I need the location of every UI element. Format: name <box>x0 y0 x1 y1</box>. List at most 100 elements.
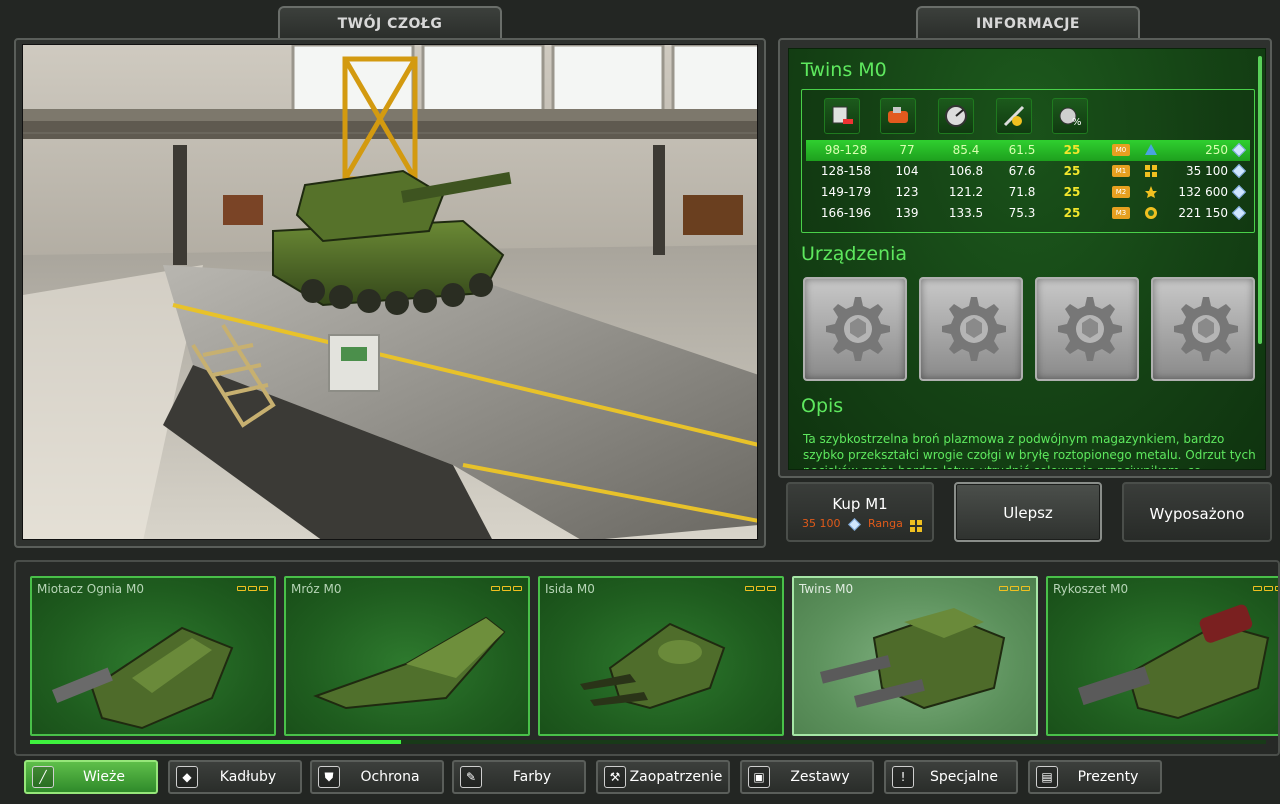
category-label: Zestawy <box>790 769 850 785</box>
reload-icon: % <box>1052 98 1088 134</box>
garage-tab-header: TWÓJ CZOŁG <box>278 6 502 40</box>
item-card[interactable]: Isida M0 <box>538 576 784 736</box>
paint-icon: ✎ <box>460 766 482 788</box>
hull-icon: ◆ <box>176 766 198 788</box>
category-label: Zaopatrzenie <box>629 769 723 785</box>
shield-icon: ⛊ <box>318 766 340 788</box>
garage-view[interactable] <box>22 44 758 540</box>
stat-row[interactable]: 166-196 139 133.5 75.3 25 M3 221 150 <box>806 203 1250 224</box>
category-turrets[interactable]: ╱ Wieże <box>24 760 158 794</box>
range-icon <box>938 98 974 134</box>
device-slot[interactable] <box>1151 277 1255 381</box>
item-name: Mróz M0 <box>291 582 342 596</box>
category-label: Farby <box>512 769 552 785</box>
stat-row[interactable]: 149-179 123 121.2 71.8 25 M2 132 600 <box>806 182 1250 203</box>
description-text: Ta szybkostrzelna broń plazmowa z podwój… <box>803 432 1256 469</box>
exclamation-icon: ! <box>892 766 914 788</box>
upgrade-button[interactable]: Ulepsz <box>954 482 1102 542</box>
item-card[interactable]: Mróz M0 <box>284 576 530 736</box>
items-scroll-fill <box>30 740 401 744</box>
upgrade-label: Ulepsz <box>1003 504 1053 522</box>
buy-rank-label: Ranga <box>868 517 903 530</box>
info-content[interactable]: Twins M0 % 98-128 77 85.4 61.5 25 M0 250 1… <box>788 48 1266 470</box>
device-slot[interactable] <box>1035 277 1139 381</box>
category-paints[interactable]: ✎ Farby <box>452 760 586 794</box>
gear-icon <box>1174 297 1238 361</box>
modification-badge: M0 <box>1112 144 1130 156</box>
category-label: Specjalne <box>930 769 998 785</box>
stat-row[interactable]: 128-158 104 106.8 67.6 25 M1 35 100 <box>806 161 1250 182</box>
item-name: Twins M0 <box>799 582 854 596</box>
gear-icon <box>826 297 890 361</box>
buy-label: Kup M1 <box>832 495 888 513</box>
category-protection[interactable]: ⛊ Ochrona <box>310 760 444 794</box>
equipped-button[interactable]: Wyposażono <box>1122 482 1272 542</box>
rank-icon <box>1144 143 1158 157</box>
info-tab-header: INFORMACJE <box>916 6 1140 40</box>
category-label: Prezenty <box>1077 769 1139 785</box>
items-panel: Miotacz Ognia M0 Mróz M0 Isida M0 Twins … <box>14 560 1280 756</box>
turret-icon: ╱ <box>32 766 54 788</box>
modification-badge: M1 <box>1112 165 1130 177</box>
category-hulls[interactable]: ◆ Kadłuby <box>168 760 302 794</box>
modification-badge: M3 <box>1112 207 1130 219</box>
crystal-icon <box>1231 163 1247 179</box>
gear-icon <box>1058 297 1122 361</box>
crystal-icon <box>848 518 861 531</box>
damage-icon <box>824 98 860 134</box>
gift-icon: ▤ <box>1036 766 1058 788</box>
device-slot[interactable] <box>919 277 1023 381</box>
upgrade-level-indicator <box>237 586 268 591</box>
description-title: Opis <box>801 395 844 417</box>
freeze-turret-image <box>313 616 506 710</box>
item-card-selected[interactable]: Twins M0 <box>792 576 1038 736</box>
category-kits[interactable]: ▣ Zestawy <box>740 760 874 794</box>
category-label: Ochrona <box>360 769 420 785</box>
ricochet-turret-image <box>1078 604 1270 720</box>
category-label: Kadłuby <box>219 769 277 785</box>
impact-force-icon <box>880 98 916 134</box>
item-name: Isida M0 <box>545 582 595 596</box>
buy-price: 35 100 <box>802 517 841 530</box>
upgrade-level-indicator <box>1253 586 1278 591</box>
crystal-icon <box>1231 142 1247 158</box>
rank-icon <box>910 518 922 536</box>
item-title: Twins M0 <box>801 59 887 81</box>
item-card[interactable]: Miotacz Ognia M0 <box>30 576 276 736</box>
info-title: INFORMACJE <box>976 16 1080 32</box>
category-gifts[interactable]: ▤ Prezenty <box>1028 760 1162 794</box>
category-label: Wieże <box>83 769 125 785</box>
stat-row[interactable]: 98-128 77 85.4 61.5 25 M0 250 <box>806 140 1250 161</box>
rate-of-fire-icon <box>996 98 1032 134</box>
item-name: Rykoszet M0 <box>1053 582 1129 596</box>
crystal-icon <box>1231 184 1247 200</box>
gear-icon <box>942 297 1006 361</box>
info-scrollbar[interactable] <box>1258 56 1262 344</box>
kit-icon: ▣ <box>748 766 770 788</box>
buy-button[interactable]: Kup M1 35 100 Ranga <box>786 482 934 542</box>
rank-icon <box>1144 164 1158 178</box>
modification-badge: M2 <box>1112 186 1130 198</box>
rank-icon <box>1144 206 1158 220</box>
items-scrollbar[interactable] <box>30 740 1266 744</box>
category-supplies[interactable]: ⚒ Zaopatrzenie <box>596 760 730 794</box>
device-slot[interactable] <box>803 277 907 381</box>
hangar-scene <box>23 45 757 539</box>
crystal-icon <box>1231 205 1247 221</box>
item-card[interactable]: Rykoszet M0 <box>1046 576 1278 736</box>
rank-icon <box>1144 185 1158 199</box>
twins-turret-image <box>820 608 1006 710</box>
svg-text:%: % <box>1072 117 1082 128</box>
item-name: Miotacz Ognia M0 <box>37 582 144 596</box>
wrench-icon: ⚒ <box>604 766 626 788</box>
flamethrower-turret-image <box>52 626 234 730</box>
equipped-label: Wyposażono <box>1149 505 1245 523</box>
upgrade-level-indicator <box>999 586 1030 591</box>
category-special[interactable]: ! Specjalne <box>884 760 1018 794</box>
isida-turret-image <box>580 622 726 710</box>
stats-table: % 98-128 77 85.4 61.5 25 M0 250 128-158 104… <box>801 89 1255 233</box>
devices-title: Urządzenia <box>801 243 908 265</box>
upgrade-level-indicator <box>745 586 776 591</box>
garage-title: TWÓJ CZOŁG <box>337 16 443 32</box>
upgrade-level-indicator <box>491 586 522 591</box>
